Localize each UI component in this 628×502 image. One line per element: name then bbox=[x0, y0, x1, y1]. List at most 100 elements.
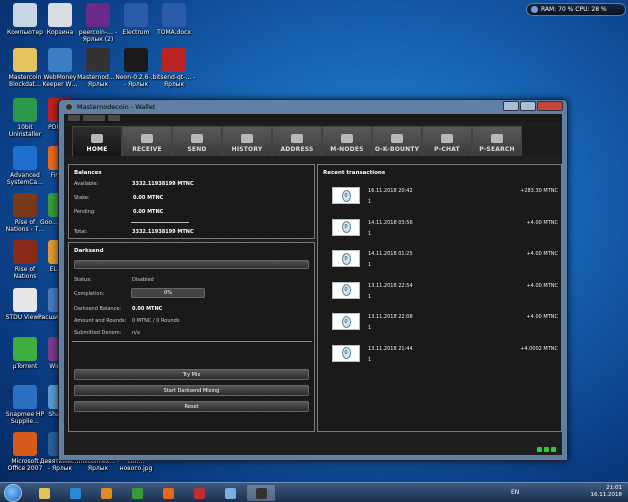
tab-label: P-CHAT bbox=[434, 146, 460, 153]
coin-oval: 0 bbox=[341, 347, 351, 359]
transaction-row[interactable]: 0 14.11.2018 03:56 +4.00 MTNC 1 bbox=[332, 218, 558, 243]
menu-settings[interactable] bbox=[83, 115, 105, 121]
menu-file[interactable] bbox=[68, 115, 80, 121]
denom-label: Submitted Denom: bbox=[74, 330, 122, 336]
transaction-date: 13.11.2018 21:44 bbox=[368, 345, 413, 352]
tab-p-search[interactable]: P-SEARCH bbox=[472, 126, 522, 156]
desktop-icon[interactable]: bitsend-qt-… - Ярлык bbox=[152, 48, 196, 88]
taskbar-app[interactable] bbox=[216, 485, 244, 501]
transaction-row[interactable]: 0 13.11.2018 21:44 +4.0002 MTNC 1 bbox=[332, 344, 558, 369]
completion-value: 0% bbox=[164, 290, 172, 296]
maximize-button[interactable] bbox=[520, 101, 536, 111]
total-value: 3332.11938199 MTNC bbox=[132, 229, 194, 235]
tab-icon bbox=[141, 134, 153, 143]
recent-transactions-panel: Recent transactions 0 16.11.2018 20:42 +28… bbox=[317, 164, 562, 432]
minimize-button[interactable] bbox=[503, 101, 519, 111]
banknote-icon: 0 bbox=[332, 313, 360, 330]
tab-history[interactable]: HISTORY bbox=[222, 126, 272, 156]
taskbar-app[interactable] bbox=[61, 485, 89, 501]
desktop-icon[interactable]: TOMA.docx bbox=[152, 3, 196, 36]
transaction-row[interactable]: 0 13.11.2018 22:54 +4.00 MTNC 1 bbox=[332, 281, 558, 306]
transaction-amount: +4.00 MTNC bbox=[526, 314, 558, 320]
denom-value: n/a bbox=[132, 330, 140, 336]
transaction-row[interactable]: 0 14.11.2018 01:25 +4.00 MTNC 1 bbox=[332, 250, 558, 274]
tab-receive[interactable]: RECEIVE bbox=[122, 126, 172, 156]
coin-oval: 0 bbox=[341, 315, 351, 328]
media-player-icon bbox=[100, 487, 112, 499]
close-button[interactable] bbox=[537, 101, 563, 111]
game-icon bbox=[13, 193, 37, 217]
reset-button[interactable]: Reset bbox=[74, 401, 309, 412]
tab-send[interactable]: SEND bbox=[172, 126, 222, 156]
system-monitor-gadget[interactable]: RAM: 70 % CPU: 28 % bbox=[526, 3, 626, 16]
rounds-value: 0 MTNC / 0 Rounds bbox=[132, 318, 180, 324]
darksend-balance-label: Darksend Balance: bbox=[74, 306, 122, 312]
banknote-icon: 0 bbox=[332, 281, 360, 299]
bitsend-icon bbox=[162, 48, 186, 72]
start-mixing-button[interactable]: Start Darksend Mixing bbox=[74, 385, 309, 396]
tab-icon bbox=[441, 134, 453, 143]
tab-home[interactable]: HOME bbox=[72, 126, 122, 156]
transaction-amount: +4.00 MTNC bbox=[526, 251, 558, 257]
taskbar-app[interactable] bbox=[92, 485, 120, 501]
tab-label: M-NODES bbox=[330, 146, 364, 153]
menu-bar bbox=[64, 114, 562, 123]
computer-icon bbox=[13, 3, 37, 27]
transaction-confirmations: 1 bbox=[368, 262, 372, 268]
coin-oval: 0 bbox=[341, 252, 351, 265]
ie-icon bbox=[69, 487, 81, 499]
office-icon bbox=[13, 432, 37, 456]
game-icon bbox=[13, 240, 37, 264]
word-doc-icon bbox=[162, 3, 186, 27]
uninstaller-icon bbox=[13, 98, 37, 122]
coin-oval: 0 bbox=[341, 284, 351, 296]
webmoney-icon bbox=[48, 48, 72, 72]
firefox-icon bbox=[162, 487, 174, 499]
menu-help[interactable] bbox=[108, 115, 120, 121]
explorer-icon bbox=[38, 487, 50, 499]
tab-label: P-SEARCH bbox=[479, 146, 515, 153]
tab-m-nodes[interactable]: M-NODES bbox=[322, 126, 372, 156]
banknote-icon: 0 bbox=[332, 218, 360, 236]
taskbar-app[interactable] bbox=[30, 485, 58, 501]
transaction-date: 13.11.2018 22:54 bbox=[368, 282, 413, 289]
transaction-row[interactable]: 0 13.11.2018 22:08 +4.00 MTNC 1 bbox=[332, 313, 558, 337]
tab-label: HISTORY bbox=[231, 146, 263, 153]
window-controls bbox=[503, 101, 563, 111]
taskbar-app[interactable] bbox=[154, 485, 182, 501]
transaction-confirmations: 1 bbox=[368, 230, 372, 237]
taskbar-app[interactable] bbox=[123, 485, 151, 501]
tab-o-k-bounty[interactable]: O-K-BOUNTY bbox=[372, 126, 422, 156]
language-indicator[interactable]: EN bbox=[511, 489, 519, 496]
clock[interactable]: 21:01 16.11.2018 bbox=[591, 485, 623, 499]
banknote-icon: 0 bbox=[332, 187, 360, 204]
coin-oval: 0 bbox=[341, 189, 351, 202]
banknote-icon: 0 bbox=[332, 344, 360, 362]
transaction-amount: +4.0002 MTNC bbox=[520, 345, 558, 352]
start-button[interactable] bbox=[4, 484, 22, 502]
darksend-divider bbox=[72, 341, 312, 342]
connections-icon[interactable] bbox=[544, 447, 549, 452]
taskbar-app[interactable] bbox=[247, 485, 275, 501]
tab-icon bbox=[291, 134, 303, 143]
taskbar-app[interactable] bbox=[185, 485, 213, 501]
title-bar[interactable]: Masternodecoin - Wallet bbox=[59, 100, 567, 114]
tab-icon bbox=[191, 134, 203, 143]
transaction-confirmations: 1 bbox=[368, 356, 372, 363]
transaction-confirmations: 1 bbox=[368, 293, 372, 300]
sync-status-icon[interactable] bbox=[537, 447, 542, 452]
transaction-row[interactable]: 0 16.11.2018 20:42 +283.30 MTNC 1 bbox=[332, 187, 558, 211]
tab-address[interactable]: ADDRESS bbox=[272, 126, 322, 156]
nav-toolbar: HOME RECEIVE SEND HISTORY ADDRESS M-NODES O-K-… bbox=[64, 126, 562, 156]
try-mix-button[interactable]: Try Mix bbox=[74, 369, 309, 380]
banknote-icon: 0 bbox=[332, 250, 360, 267]
gauge-icon bbox=[531, 6, 538, 13]
recent-title: Recent transactions bbox=[323, 170, 386, 176]
tab-icon bbox=[491, 134, 503, 143]
clock-date: 16.11.2018 bbox=[590, 492, 623, 498]
balances-title: Balances bbox=[74, 170, 102, 176]
tab-p-chat[interactable]: P-CHAT bbox=[422, 126, 472, 156]
status-value: Disabled bbox=[132, 277, 154, 283]
status-icons bbox=[537, 447, 556, 452]
staking-icon[interactable] bbox=[551, 447, 556, 452]
